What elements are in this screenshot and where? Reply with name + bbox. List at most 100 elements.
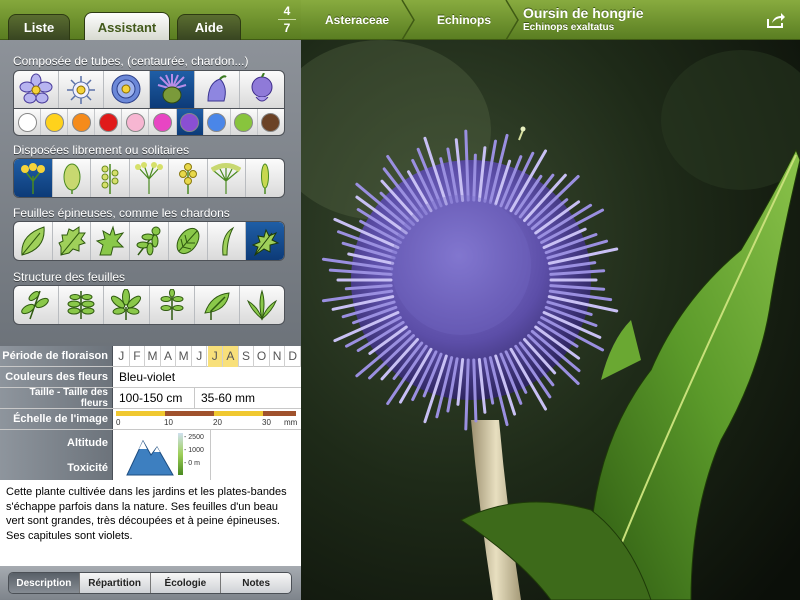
color-swatch xyxy=(17,112,37,132)
alternate-leaves-icon xyxy=(21,290,49,320)
scale-tick-20: 20 xyxy=(213,418,222,427)
month-10: O xyxy=(254,346,270,367)
colors-row: Couleurs des fleurs Bleu-violet xyxy=(0,367,301,388)
umbel-icon xyxy=(135,162,164,194)
arrangement-option-6[interactable] xyxy=(208,159,247,197)
leaf-option-4[interactable] xyxy=(130,222,169,260)
serrated-leaf-icon xyxy=(57,226,86,256)
size-row: Taille - Taille des fleurs 100-150 cm 35… xyxy=(0,387,301,409)
arrangement-option-3[interactable] xyxy=(91,159,131,197)
pinnatifid-leaf-icon xyxy=(136,226,161,256)
color-option-9[interactable] xyxy=(231,109,258,135)
cluster-icon xyxy=(178,163,197,194)
flowering-row: Période de floraison JFMAMJJASOND xyxy=(0,346,301,367)
lobed-leaf-icon xyxy=(96,225,125,256)
counter-total: 7 xyxy=(283,21,291,35)
breadcrumb-separator-2 xyxy=(505,0,519,40)
flowering-months: JFMAMJJASOND xyxy=(114,346,301,367)
leaf-option-2[interactable] xyxy=(53,222,92,260)
smooth-leaf-icon xyxy=(21,226,45,256)
tab-aide[interactable]: Aide xyxy=(177,14,241,40)
palmate-leaves-icon xyxy=(111,289,142,320)
structure-option-6[interactable] xyxy=(240,286,284,324)
tab-ecologie[interactable]: Écologie xyxy=(150,573,222,593)
daisy-blue-icon xyxy=(19,73,53,103)
flower-option-3[interactable] xyxy=(104,71,150,108)
color-swatch xyxy=(98,112,118,132)
structure-option-3[interactable] xyxy=(104,286,150,324)
arrangement-option-2[interactable] xyxy=(53,159,92,197)
structure-option-2[interactable] xyxy=(59,286,105,324)
tab-assistant[interactable]: Assistant xyxy=(84,12,170,41)
section-leaves-spiny-label: Feuilles épineuses, comme les chardons xyxy=(13,206,230,220)
month-7: J xyxy=(207,346,224,367)
breadcrumb-genus[interactable]: Echinops xyxy=(437,0,491,40)
plant-size-value: 100-150 cm xyxy=(113,388,195,408)
structure-option-4[interactable] xyxy=(150,286,195,324)
color-option-1[interactable] xyxy=(14,109,42,135)
color-selector xyxy=(13,109,285,136)
arrangement-option-5[interactable] xyxy=(169,159,208,197)
month-8: A xyxy=(223,346,239,367)
flower-option-1[interactable] xyxy=(14,71,60,108)
altitude-toxicity-labels: Altitude Toxicité xyxy=(0,430,113,480)
tab-description[interactable]: Description xyxy=(9,573,80,593)
leaf-option-7-selected[interactable] xyxy=(246,222,284,260)
color-option-4[interactable] xyxy=(95,109,123,135)
color-option-10[interactable] xyxy=(258,109,284,135)
arrangement-option-1-selected[interactable] xyxy=(14,159,53,197)
assistant-panel: Composée de tubes, (centaurée, chardon..… xyxy=(0,40,301,346)
structure-option-1[interactable] xyxy=(14,286,60,324)
grass-leaf-icon xyxy=(222,226,235,256)
flower-option-6[interactable] xyxy=(240,71,284,108)
counter-current: 4 xyxy=(283,4,291,18)
flower-option-2[interactable] xyxy=(59,71,105,108)
altitude-mark-mid: - 1000 xyxy=(184,447,204,454)
echinops-photo xyxy=(301,40,800,600)
tab-liste[interactable]: Liste xyxy=(8,14,70,40)
leaf-option-5[interactable] xyxy=(169,222,208,260)
arrangement-option-4[interactable] xyxy=(130,159,169,197)
flower-option-4-selected[interactable] xyxy=(149,71,195,108)
leaf-option-3[interactable] xyxy=(91,222,131,260)
arrangement-option-7[interactable] xyxy=(246,159,284,197)
info-segmented-control: Description Répartition Écologie Notes xyxy=(8,572,292,594)
thistle-spike xyxy=(472,153,477,202)
breadcrumb-family[interactable]: Asteraceae xyxy=(325,0,389,40)
color-option-7[interactable] xyxy=(176,109,204,135)
scale-tick-0: 0 xyxy=(116,418,121,427)
leaf-option-1[interactable] xyxy=(14,222,53,260)
narrow-spike-icon xyxy=(261,163,270,194)
flowering-label: Période de floraison xyxy=(0,346,113,366)
color-option-5[interactable] xyxy=(122,109,150,135)
spiny-leaf-selector xyxy=(13,221,285,261)
color-swatch xyxy=(261,112,281,132)
color-option-6[interactable] xyxy=(149,109,177,135)
image-scale-ruler: 0 10 20 30 mm xyxy=(114,409,301,430)
leaf-option-6[interactable] xyxy=(208,222,247,260)
structure-option-5[interactable] xyxy=(195,286,240,324)
arrangement-selector xyxy=(13,158,285,198)
flower-option-5[interactable] xyxy=(195,71,240,108)
tab-notes[interactable]: Notes xyxy=(221,573,291,593)
size-label: Taille - Taille des fleurs xyxy=(0,387,113,409)
clover-head-icon xyxy=(251,72,273,101)
share-icon[interactable] xyxy=(766,11,786,29)
whorled-leaves-icon xyxy=(160,289,184,320)
breadcrumb-separator-1 xyxy=(401,0,415,40)
color-swatch xyxy=(153,112,173,132)
raceme-icon xyxy=(101,164,119,194)
color-option-2[interactable] xyxy=(41,109,69,135)
scale-tick-30: 30 xyxy=(262,418,271,427)
pinnate-leaves-icon xyxy=(67,291,95,319)
colors-label: Couleurs des fleurs xyxy=(0,367,113,387)
scale-bar xyxy=(116,411,296,416)
scale-tick-10: 10 xyxy=(164,418,173,427)
plant-header-bar: Asteraceae Echinops Oursin de hongrie Ec… xyxy=(301,0,800,40)
tab-repartition[interactable]: Répartition xyxy=(79,573,151,593)
color-option-8[interactable] xyxy=(204,109,231,135)
thistle-spike xyxy=(472,358,478,423)
color-option-3[interactable] xyxy=(68,109,96,135)
left-panel: Liste Assistant Aide 4 7 Composée de tub… xyxy=(0,0,301,600)
color-swatch xyxy=(71,112,91,132)
